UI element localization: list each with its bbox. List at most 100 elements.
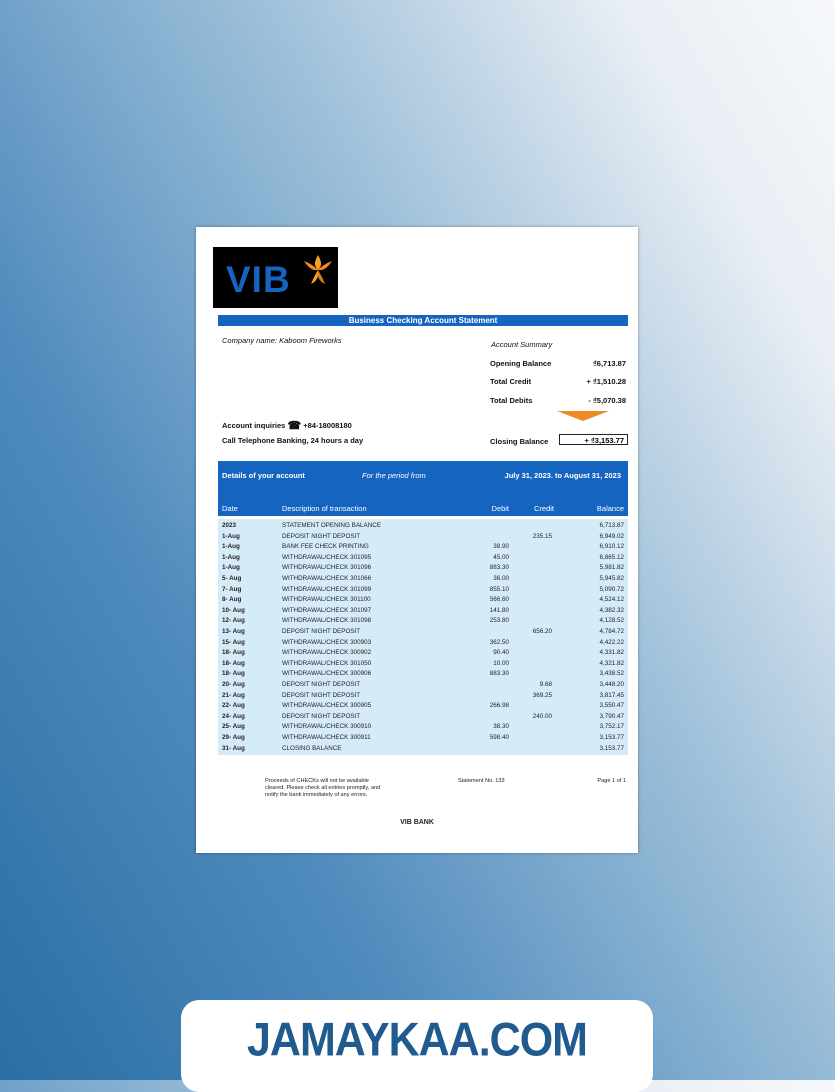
phone-number: +84-18008180	[303, 421, 352, 430]
row-description: CLOSING BALANCE	[282, 744, 342, 752]
total-credit-label: Total Credit	[490, 377, 532, 386]
row-balance: 5,945.82	[599, 575, 624, 582]
row-description: WITHDRAWAL/CHECK 301099	[282, 585, 372, 593]
row-debit: 38.30	[493, 723, 509, 731]
table-row: 5- Aug WITHDRAWAL/CHECK 301066 36.00 5,945.…	[218, 574, 628, 585]
account-inquiries: Account inquiries ☎ +84-18008180	[222, 419, 352, 432]
row-debit: 566.60	[489, 596, 509, 604]
logo-text: VIB	[226, 259, 291, 300]
row-credit: 235.15	[532, 532, 552, 540]
row-balance: 3,438.52	[599, 670, 624, 678]
down-arrow-icon	[557, 411, 609, 421]
summary-title: Account Summary	[491, 340, 553, 349]
table-row: 1-Aug WITHDRAWAL/CHECK 301095 45.00 6,865.1…	[218, 553, 628, 564]
table-row: 21- Aug DEPOSIT NIGHT DEPOSIT 369.25 3,817.…	[218, 691, 628, 702]
row-balance: 6,865.12	[599, 553, 624, 561]
row-date: 18- Aug	[222, 670, 245, 678]
row-description: WITHDRAWAL/CHECK 301095	[282, 553, 372, 561]
row-date: 31- Aug	[222, 744, 245, 752]
banner-text: JAMAYKAA.COM	[247, 1013, 588, 1067]
column-date: Date	[222, 504, 238, 513]
table-row: 1-Aug DEPOSIT NIGHT DEPOSIT 235.15 6,949.02	[218, 532, 628, 543]
row-debit: 362.50	[489, 638, 509, 646]
total-debits-label: Total Debits	[490, 396, 533, 405]
row-date: 1-Aug	[222, 532, 240, 540]
page-number: Page 1 of 1	[597, 778, 626, 784]
table-row: 18- Aug WITHDRAWAL/CHECK 300902 90.40 4,331…	[218, 648, 628, 659]
row-debit: 10.00	[493, 659, 509, 667]
row-description: WITHDRAWAL/CHECK 301100	[282, 596, 371, 604]
footer-note-line3: notify the bank immediately of any error…	[265, 792, 368, 798]
closing-balance-value: + ₫3,153.77	[559, 434, 628, 445]
row-balance: 3,790.47	[599, 712, 624, 720]
row-balance: 4,784.72	[599, 628, 624, 635]
row-debit: 855.10	[489, 585, 509, 593]
table-row: 15- Aug WITHDRAWAL/CHECK 300903 362.50 4,42…	[218, 638, 628, 649]
row-description: WITHDRAWAL/CHECK 300905	[282, 702, 372, 710]
row-description: DEPOSIT NIGHT DEPOSIT	[282, 712, 361, 720]
row-debit: 38.90	[493, 543, 509, 551]
table-row: 12- Aug WITHDRAWAL/CHECK 301098 253.80 4,12…	[218, 616, 628, 627]
row-balance: 3,153.77	[599, 744, 624, 752]
table-row: 1-Aug BANK FEE CHECK PRINTING 38.90 6,910.1…	[218, 542, 628, 553]
column-credit: Credit	[533, 504, 554, 513]
row-balance: 3,817.45	[599, 691, 624, 699]
row-balance: 6,949.02	[599, 532, 624, 540]
row-balance: 4,524.12	[599, 596, 624, 604]
row-debit: 90.40	[493, 649, 509, 657]
table-row: 7- Aug WITHDRAWAL/CHECK 301099 855.10 5,090…	[218, 585, 628, 596]
table-row: 18- Aug WITHDRAWAL/CHECK 301050 10.00 4,321…	[218, 659, 628, 670]
row-date: 18- Aug	[222, 649, 245, 657]
row-date: 21- Aug	[222, 691, 245, 699]
row-date: 15- Aug	[222, 638, 245, 646]
company-name: Company name: Kaboom Fireworks	[222, 336, 342, 345]
column-balance: Balance	[596, 504, 624, 513]
transactions-table: 2023 STATEMENT OPENING BALANCE 6,713.87 1-A…	[218, 519, 628, 755]
row-description: DEPOSIT NIGHT DEPOSIT	[282, 532, 361, 540]
table-row: 8- Aug WITHDRAWAL/CHECK 301100 566.60 4,524…	[218, 595, 628, 606]
row-date: 1-Aug	[222, 553, 240, 561]
row-debit: 266.98	[489, 702, 509, 710]
period-label: For the period from	[362, 471, 426, 480]
table-row: 29- Aug WITHDRAWAL/CHECK 300911 598.40 3,15…	[218, 733, 628, 744]
row-debit: 598.40	[489, 734, 509, 741]
bank-statement-document: VIB Business Checking Account Statement …	[196, 227, 638, 853]
row-description: WITHDRAWAL/CHECK 301097	[282, 606, 372, 614]
row-balance: 5,090.72	[599, 585, 624, 593]
row-balance: 4,128.52	[599, 617, 624, 625]
row-debit: 36.00	[493, 575, 509, 582]
opening-balance-value: ₫6,713.87	[592, 359, 626, 368]
closing-balance-label: Closing Balance	[490, 437, 549, 446]
row-date: 7- Aug	[222, 585, 242, 593]
row-date: 1-Aug	[222, 543, 240, 551]
vib-logo: VIB	[213, 247, 338, 308]
row-debit: 45.00	[493, 553, 509, 561]
statement-title: Business Checking Account Statement	[218, 315, 628, 326]
telephone-icon: ☎	[287, 420, 302, 432]
row-date: 10- Aug	[222, 606, 245, 614]
row-description: DEPOSIT NIGHT DEPOSIT	[282, 628, 361, 635]
row-description: WITHDRAWAL/CHECK 301066	[282, 575, 372, 582]
row-balance: 3,448.20	[599, 681, 624, 688]
table-row: 20- Aug DEPOSIT NIGHT DEPOSIT 9.68 3,448.20	[218, 680, 628, 691]
row-date: 22- Aug	[222, 702, 245, 710]
telephone-banking: Call Telephone Banking, 24 hours a day	[222, 436, 364, 445]
row-description: WITHDRAWAL/CHECK 300911	[282, 734, 371, 741]
row-description: DEPOSIT NIGHT DEPOSIT	[282, 681, 361, 688]
table-row: 1-Aug WITHDRAWAL/CHECK 301096 883.30 5,981.…	[218, 563, 628, 574]
row-date: 8- Aug	[222, 596, 242, 604]
footer-note-line2: cleared. Please check all entries prompt…	[265, 785, 381, 791]
row-credit: 9.68	[539, 681, 552, 688]
row-balance: 3,550.47	[599, 702, 624, 710]
total-credit-value: + ₫1,510.28	[586, 377, 626, 386]
row-credit: 656.20	[532, 628, 552, 635]
row-credit: 240.00	[532, 712, 552, 720]
row-balance: 5,981.82	[599, 564, 624, 572]
opening-balance-label: Opening Balance	[490, 359, 552, 368]
row-balance: 4,321.82	[599, 659, 624, 667]
total-debits-value: - ₫5,070.38	[588, 396, 626, 405]
inquiries-label: Account inquiries	[222, 421, 286, 430]
row-description: BANK FEE CHECK PRINTING	[282, 543, 369, 551]
row-date: 13- Aug	[222, 628, 245, 635]
details-header: Details of your account For the period f…	[218, 461, 628, 516]
